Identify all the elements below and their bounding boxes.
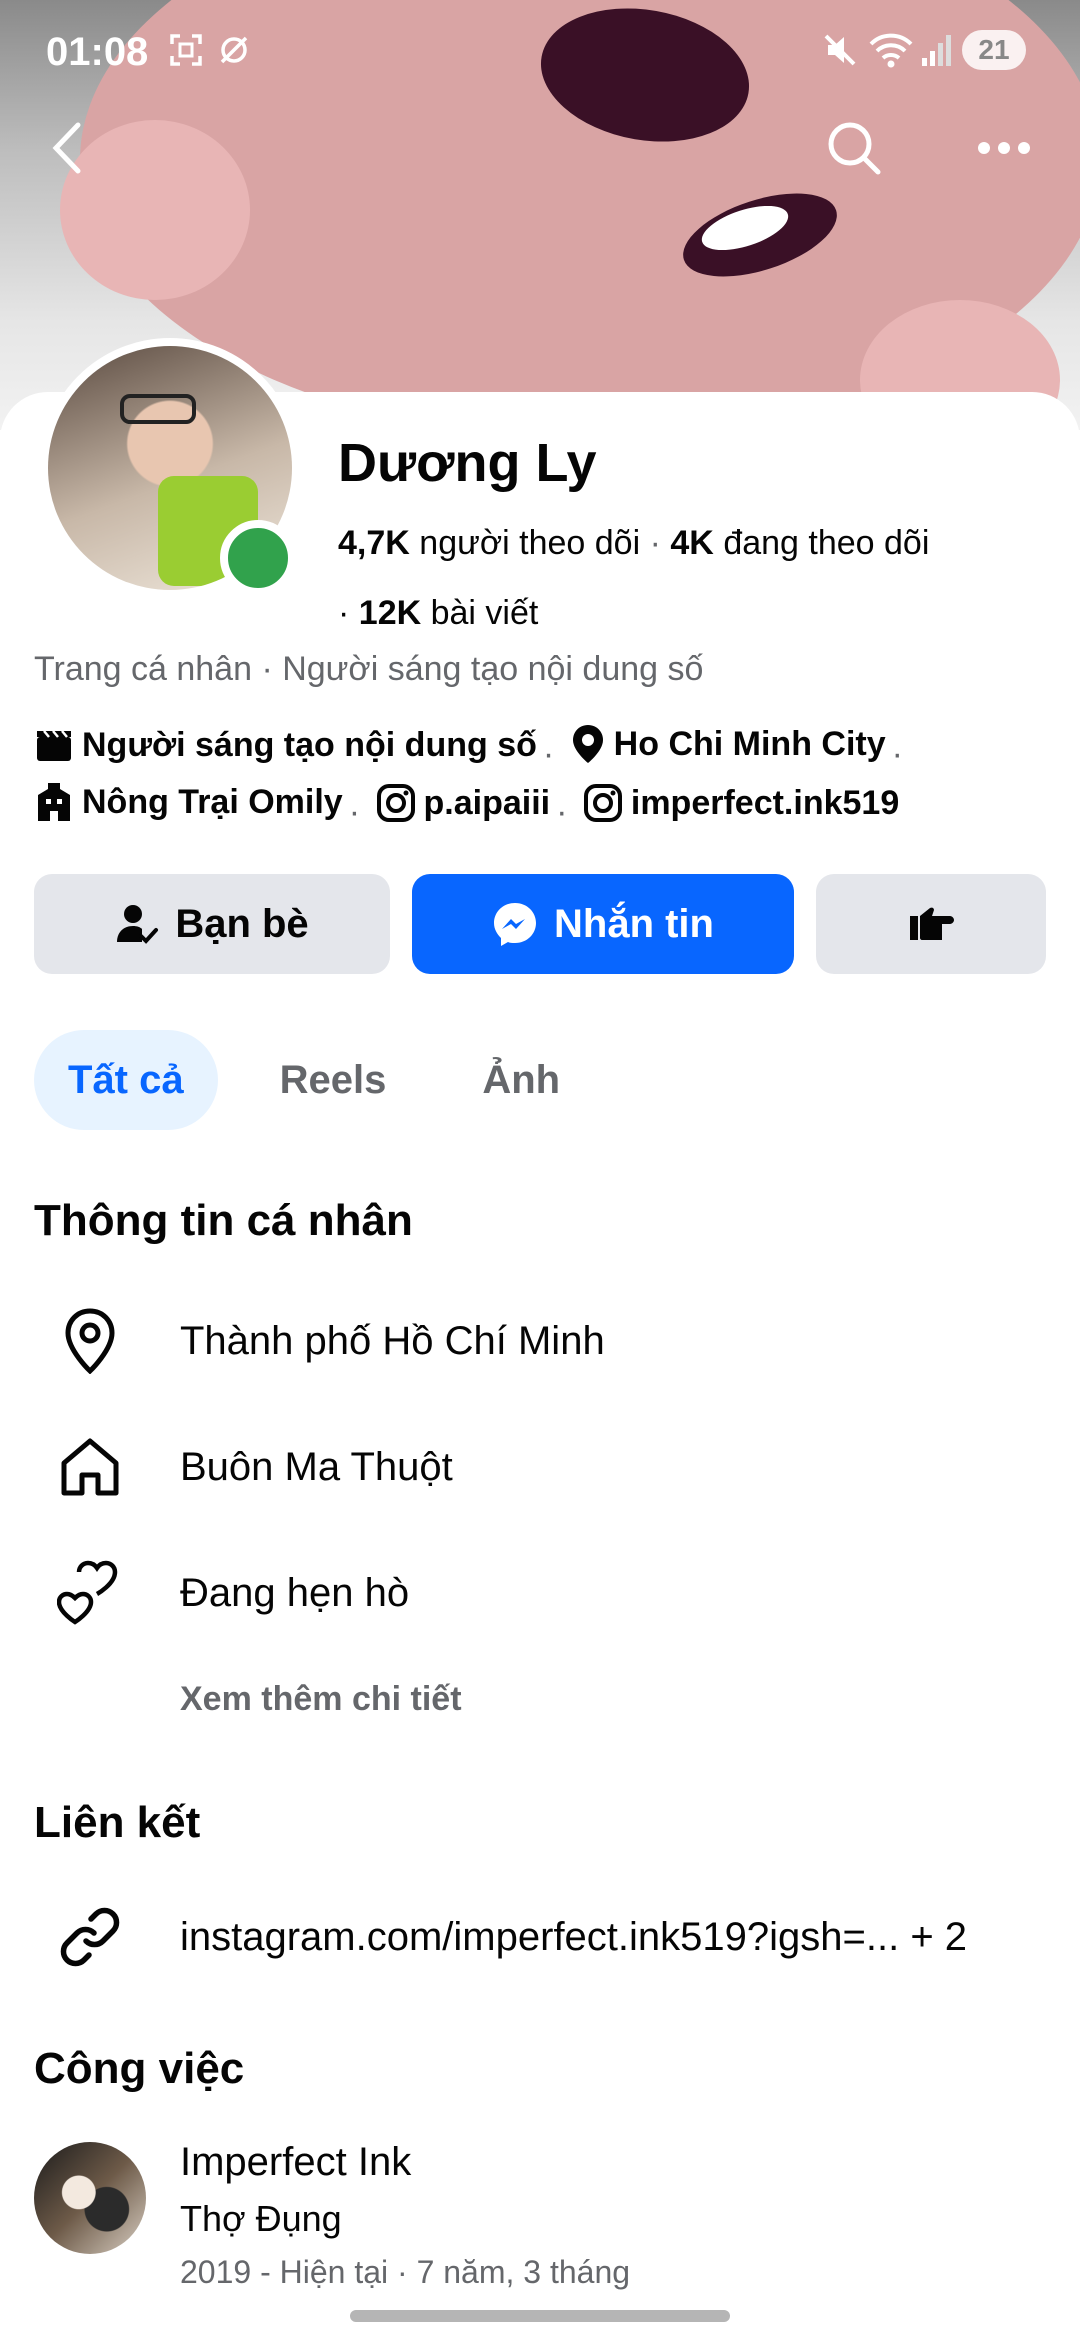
mute-icon: [820, 30, 860, 80]
link-icon: [60, 1907, 120, 1967]
work-company-logo[interactable]: [34, 2142, 146, 2254]
profile-category: Trang cá nhân · Người sáng tạo nội dung …: [34, 650, 704, 688]
followers-label[interactable]: người theo dõi: [419, 524, 640, 562]
poke-button[interactable]: [816, 874, 1046, 974]
tab-all[interactable]: Tất cả: [34, 1030, 218, 1130]
links-title: Liên kết: [34, 1798, 201, 1847]
chevron-left-icon: [52, 122, 81, 174]
info-row-relationship[interactable]: Đang hẹn hò: [34, 1548, 1054, 1638]
battery-icon: 21: [962, 30, 1026, 70]
info-hometown-text: Buôn Ma Thuột: [180, 1444, 453, 1489]
link-row[interactable]: instagram.com/imperfect.ink519?igsh=... …: [34, 1892, 1054, 1982]
info-row-current-city[interactable]: Thành phố Hồ Chí Minh: [34, 1296, 1054, 1386]
profile-stats: 4,7K người theo dõi · 4K đang theo dõi ·…: [338, 524, 930, 632]
meta-instagram-2[interactable]: imperfect.ink519: [583, 779, 899, 827]
work-dates: 2019 - Hiện tại · 7 năm, 3 tháng: [180, 2254, 631, 2290]
see-more-details-link[interactable]: Xem thêm chi tiết: [180, 1680, 462, 1719]
message-button-label: Nhắn tin: [554, 901, 714, 946]
personal-info-title: Thông tin cá nhân: [34, 1196, 413, 1245]
tab-reels[interactable]: Reels: [246, 1030, 421, 1130]
location-pin-icon: [65, 1308, 115, 1374]
screenshot-icon: [166, 30, 206, 80]
search-button[interactable]: [814, 108, 894, 188]
friend-check-icon: [117, 905, 159, 944]
status-time: 01:08: [46, 30, 149, 74]
meta-farm-text: Nông Trại Omily: [82, 783, 343, 821]
work-title: Công việc: [34, 2044, 245, 2093]
hearts-icon: [57, 1560, 118, 1625]
building-icon: [38, 783, 70, 821]
status-bar: 01:08 21: [0, 0, 1080, 100]
pointing-hand-icon: [910, 907, 954, 940]
meta-instagram-1-text: p.aipaiii: [423, 784, 551, 822]
meta-creator: Người sáng tạo nội dung số: [34, 721, 537, 769]
meta-farm[interactable]: Nông Trại Omily: [34, 778, 343, 826]
message-button[interactable]: Nhắn tin: [412, 874, 794, 974]
sync-off-icon: [214, 30, 254, 80]
profile-meta: Người sáng tạo nội dung số · Ho Chi Minh…: [34, 720, 1054, 836]
followers-count[interactable]: 4,7K: [338, 524, 410, 562]
home-indicator[interactable]: [350, 2310, 730, 2322]
info-row-hometown[interactable]: Buôn Ma Thuột: [34, 1422, 1054, 1512]
work-role: Thợ Đụng: [180, 2198, 342, 2239]
following-count[interactable]: 4K: [670, 524, 713, 562]
more-options-button[interactable]: [964, 108, 1044, 188]
meta-creator-text: Người sáng tạo nội dung số: [82, 726, 537, 764]
meta-instagram-2-text: imperfect.ink519: [630, 784, 900, 822]
work-company-name[interactable]: Imperfect Ink: [180, 2140, 411, 2185]
meta-instagram-1[interactable]: p.aipaiii: [376, 779, 551, 827]
more-dots-icon: [978, 142, 1030, 154]
friends-button-label: Bạn bè: [175, 901, 309, 946]
clapperboard-icon: [37, 730, 71, 761]
posts-label: bài viết: [430, 594, 539, 632]
friends-button[interactable]: Bạn bè: [34, 874, 390, 974]
avatar-glasses: [120, 394, 196, 424]
meta-city-text: Ho Chi Minh City: [613, 725, 886, 763]
link-url-text: instagram.com/imperfect.ink519?igsh=... …: [180, 1914, 968, 1959]
search-icon: [828, 122, 881, 175]
posts-count: 12K: [358, 594, 422, 632]
back-button[interactable]: [28, 108, 108, 188]
profile-tabs: Tất cả Reels Ảnh: [34, 1030, 594, 1130]
instagram-icon: [583, 784, 622, 822]
home-icon: [61, 1438, 119, 1496]
signal-icon: [920, 30, 952, 80]
profile-name: Dương Ly: [338, 433, 597, 493]
instagram-icon: [376, 784, 415, 822]
location-pin-icon: [572, 725, 603, 763]
following-label[interactable]: đang theo dõi: [723, 524, 929, 562]
wifi-icon: [868, 30, 914, 80]
meta-city[interactable]: Ho Chi Minh City: [570, 720, 886, 768]
online-status-badge: [220, 520, 296, 596]
info-relationship-text: Đang hẹn hò: [180, 1570, 410, 1615]
tab-photos[interactable]: Ảnh: [448, 1030, 594, 1130]
messenger-icon: [494, 903, 536, 946]
info-current-city-text: Thành phố Hồ Chí Minh: [180, 1318, 605, 1363]
